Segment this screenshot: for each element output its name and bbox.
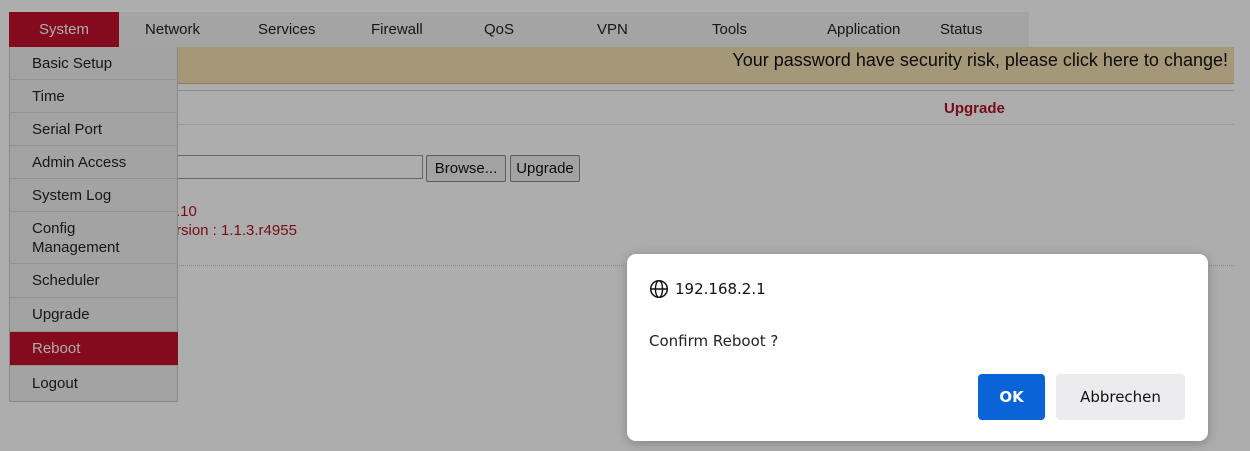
dialog-host-row: 192.168.2.1: [649, 278, 766, 300]
dialog-message: Confirm Reboot ?: [649, 332, 779, 350]
confirm-dialog: 192.168.2.1 Confirm Reboot ? OK Abbreche…: [627, 254, 1208, 441]
cancel-button[interactable]: Abbrechen: [1056, 374, 1185, 420]
globe-icon: [649, 279, 669, 299]
ok-button[interactable]: OK: [978, 374, 1045, 420]
dialog-host: 192.168.2.1: [675, 280, 766, 298]
router-admin-page: System Network Services Firewall QoS VPN…: [0, 0, 1250, 451]
